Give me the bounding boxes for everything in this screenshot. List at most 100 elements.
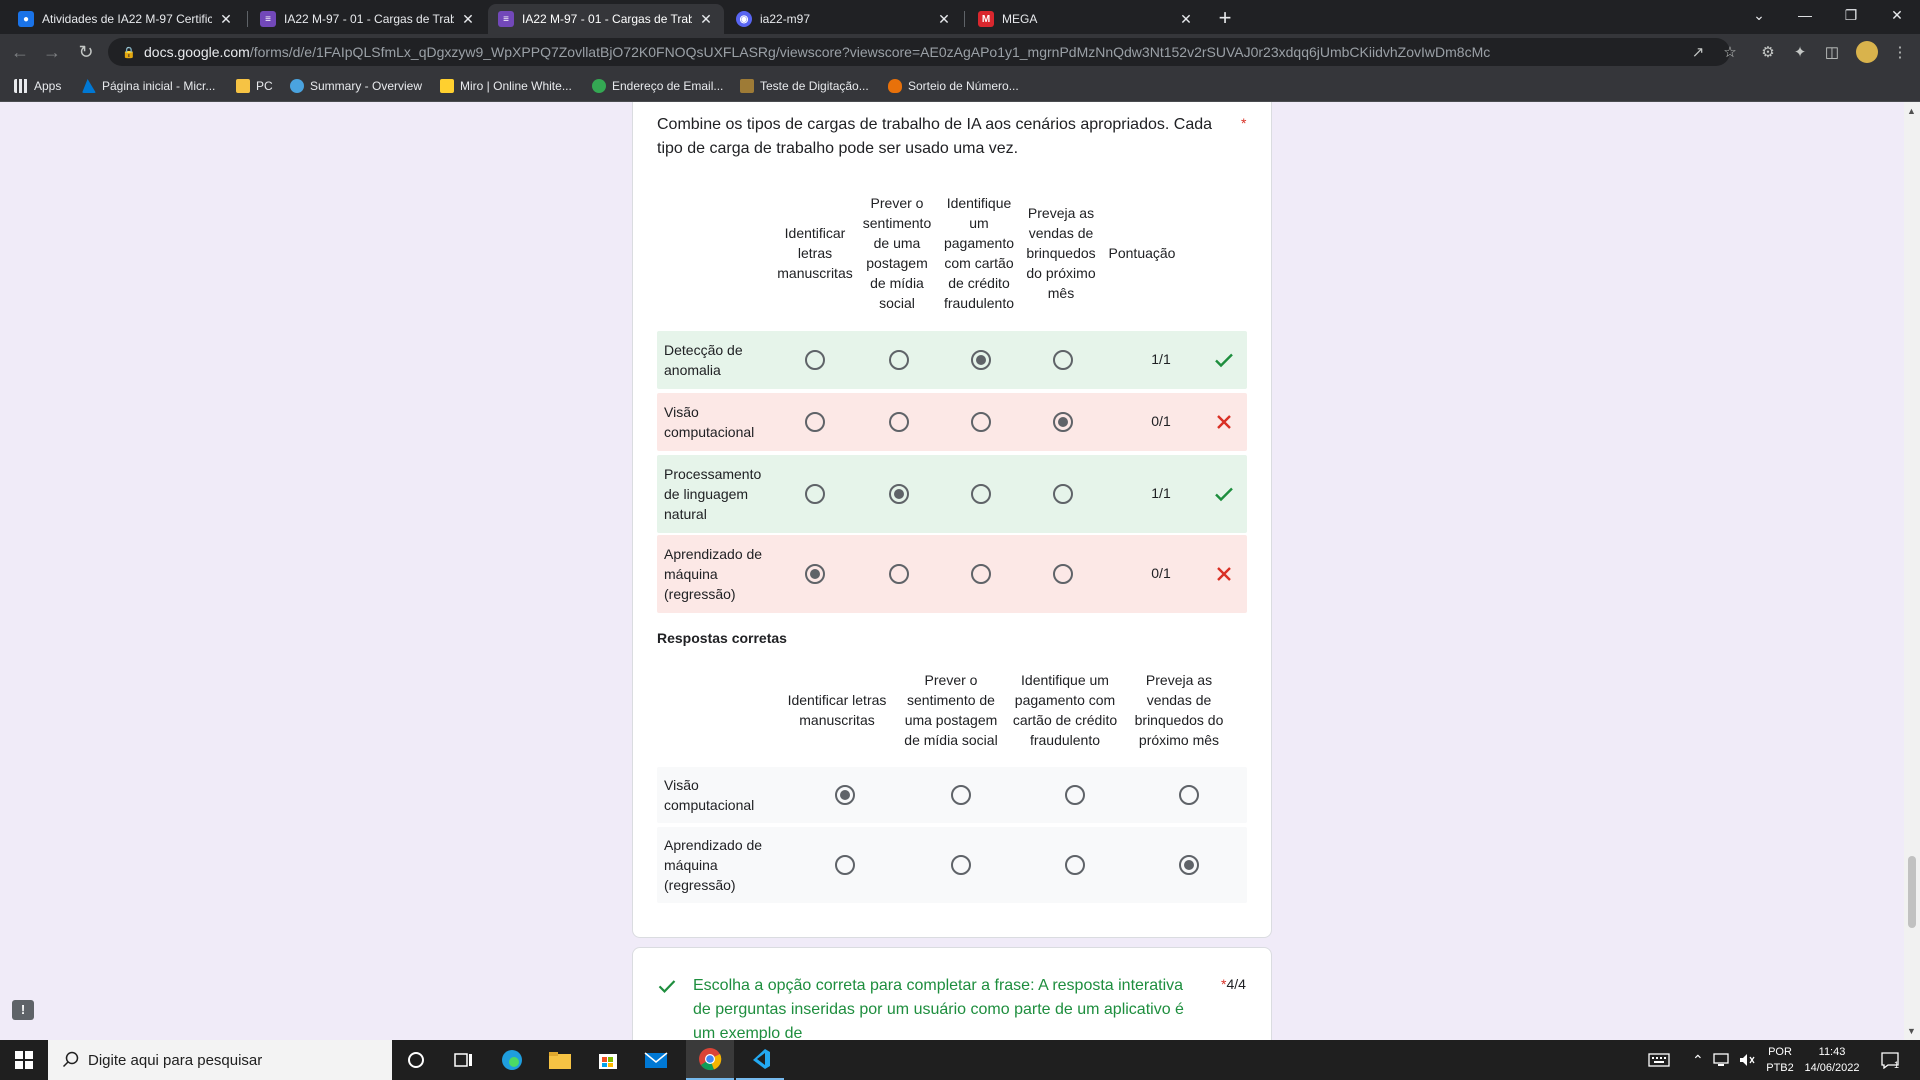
bookmark-label: Miro | Online White... [460,79,572,93]
radio-option[interactable] [805,412,825,432]
chevron-up-icon[interactable]: ⌃ [1692,1040,1704,1080]
bookmark-apps[interactable]: Apps [14,77,61,95]
radio-option[interactable] [1053,350,1073,370]
row-score: 0/1 [1151,413,1171,429]
side-panel-icon[interactable]: ◫ [1822,42,1842,62]
radio-option[interactable] [889,412,909,432]
profile-avatar[interactable] [1856,41,1878,63]
scroll-down-arrow-icon[interactable]: ▼ [1907,1026,1916,1036]
file-explorer-icon[interactable] [536,1040,584,1080]
tab-title: IA22 M-97 - 01 - Cargas de Traba [284,12,454,26]
chrome-icon[interactable] [686,1040,734,1080]
row-score: 0/1 [1151,565,1171,581]
tab-form-2-active[interactable]: ≡ IA22 M-97 - 01 - Cargas de Traba ✕ [488,4,724,34]
notifications-icon[interactable]: 1 [1880,1040,1899,1080]
forward-button[interactable]: → [40,40,64,64]
radio-option[interactable] [971,564,991,584]
tab-title: MEGA [1002,12,1038,26]
answer-row-correct: Processamento de linguagem natural 1/1 [657,455,1247,533]
close-icon[interactable]: ✕ [1178,11,1194,28]
miro-icon [440,79,454,93]
volume-icon[interactable] [1738,1040,1756,1080]
start-button[interactable] [0,1040,48,1080]
forms-page: Combine os tipos de cargas de trabalho d… [0,102,1920,1040]
tab-classroom[interactable]: ● Atividades de IA22 M-97 Certific ✕ [8,4,244,34]
system-clock[interactable]: 11:43 14/06/2022 [1798,1044,1866,1076]
edge-icon[interactable] [488,1040,536,1080]
scroll-up-arrow-icon[interactable]: ▲ [1907,106,1916,116]
answer-row-incorrect: Visão computacional 0/1 [657,393,1247,451]
network-icon[interactable] [1712,1040,1730,1080]
radio-option[interactable] [1053,484,1073,504]
bookmark-pc[interactable]: PC [236,77,273,95]
share-icon[interactable]: ↗ [1688,42,1708,62]
search-icon [62,1051,79,1068]
close-icon[interactable]: ✕ [936,11,952,28]
close-window-button[interactable]: ✕ [1874,0,1920,30]
radio-option[interactable] [805,484,825,504]
keyboard-icon[interactable] [1648,1040,1670,1080]
google-classroom-icon: ● [18,11,34,27]
bookmark-sorteio[interactable]: Sorteio de Número... [888,77,1019,95]
tab-search-icon[interactable]: ⌄ [1736,0,1782,30]
azure-icon [82,79,96,93]
mail-icon[interactable] [632,1040,680,1080]
tab-mega[interactable]: M MEGA ✕ [968,4,1204,34]
new-tab-button[interactable]: + [1212,6,1238,32]
minimize-button[interactable]: — [1782,0,1828,30]
bookmark-microsoft[interactable]: Página inicial - Micr... [82,77,215,95]
extension-gear-icon[interactable]: ⚙ [1758,42,1778,62]
report-feedback-icon[interactable]: ! [12,1000,34,1020]
row-label: Processamento de linguagem natural [664,466,762,522]
url-host: docs.google.com [144,44,250,60]
vscode-icon[interactable] [736,1040,784,1080]
tab-discord[interactable]: ◉ ia22-m97 ✕ [726,4,962,34]
radio-option-selected[interactable] [971,350,991,370]
reload-button[interactable]: ↻ [74,40,98,64]
radio-option[interactable] [971,412,991,432]
microsoft-store-icon[interactable] [584,1040,632,1080]
tab-form-1[interactable]: ≡ IA22 M-97 - 01 - Cargas de Traba ✕ [250,4,486,34]
menu-kebab-icon[interactable]: ⋮ [1890,42,1910,62]
extensions-puzzle-icon[interactable]: ✦ [1790,42,1810,62]
radio-option [1065,785,1085,805]
page-scrollbar[interactable]: ▲ ▼ [1904,102,1920,1040]
question-card: Combine os tipos de cargas de trabalho d… [632,102,1272,938]
correct-answer-row: Visão computacional [657,767,1247,823]
radio-option[interactable] [805,350,825,370]
taskbar-search-box[interactable]: Digite aqui para pesquisar [48,1040,392,1080]
row-score: 1/1 [1151,485,1171,501]
radio-option-selected[interactable] [805,564,825,584]
radio-option[interactable] [889,350,909,370]
restore-button[interactable]: ❐ [1828,0,1874,30]
bookmark-email[interactable]: Endereço de Email... [592,77,723,95]
checkmark-icon [1215,487,1233,502]
bookmark-miro[interactable]: Miro | Online White... [440,77,572,95]
radio-option[interactable] [1053,564,1073,584]
radio-option[interactable] [889,564,909,584]
address-bar[interactable]: 🔒 docs.google.com/forms/d/e/1FAIpQLSfmLx… [108,38,1730,66]
radio-option-selected [1179,855,1199,875]
close-icon[interactable]: ✕ [218,11,234,28]
bookmark-label: Apps [34,79,62,93]
clock-time: 11:43 [1818,1046,1846,1058]
bookmark-typing[interactable]: Teste de Digitação... [740,77,869,95]
task-view-icon[interactable] [440,1040,488,1080]
radio-option-selected[interactable] [889,484,909,504]
bookmark-star-icon[interactable]: ☆ [1720,42,1740,62]
cortana-icon[interactable] [392,1040,440,1080]
radio-option-selected[interactable] [1053,412,1073,432]
bookmarks-bar: Apps Página inicial - Micr... PC Summary… [0,70,1920,102]
scrollbar-thumb[interactable] [1908,856,1916,928]
tab-separator [964,11,965,27]
lock-icon: 🔒 [122,46,136,59]
radio-option[interactable] [971,484,991,504]
close-icon[interactable]: ✕ [698,11,714,28]
back-button[interactable]: ← [8,40,32,64]
column-header: Preveja as vendas de brinquedos do próxi… [1134,672,1224,748]
bookmark-summary[interactable]: Summary - Overview [290,77,422,95]
input-language-indicator[interactable]: POR PTB2 [1762,1044,1798,1076]
correct-answer-row: Aprendizado de máquina (regressão) [657,827,1247,903]
windows-logo-icon [15,1051,33,1069]
close-icon[interactable]: ✕ [460,11,476,28]
